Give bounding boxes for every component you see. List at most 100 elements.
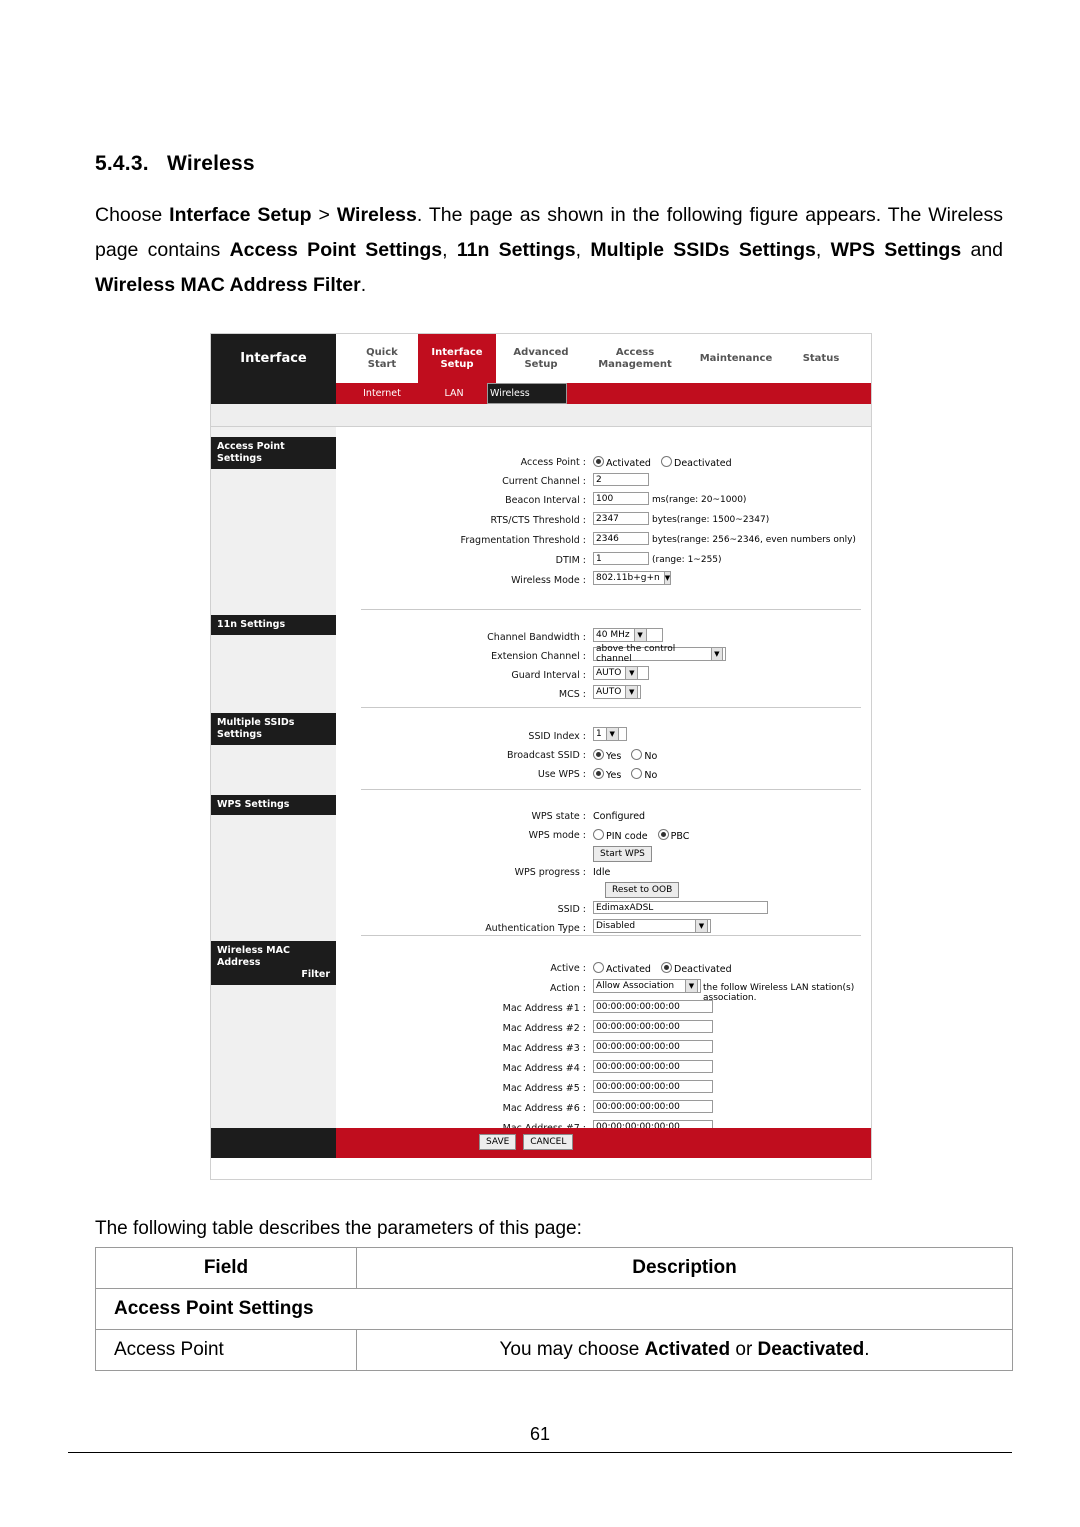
radio-use-wps-yes[interactable]: [593, 768, 604, 779]
hint-dtim: (range: 1~255): [652, 555, 722, 565]
select-ssid-index[interactable]: 1 ▼: [593, 727, 627, 741]
input-beacon-interval[interactable]: [593, 492, 649, 505]
radio-broadcast-ssid-no[interactable]: [631, 749, 643, 760]
router-admin-screenshot: Interface Quick Start Interface Setup Ad…: [210, 333, 872, 1180]
select-authentication-type[interactable]: Disabled ▼: [593, 919, 711, 933]
label-use-wps: Use WPS :: [537, 769, 586, 780]
left-section-column: [211, 427, 336, 1158]
radio-mac-filter-activated[interactable]: [593, 962, 604, 973]
router-footer-bar: SAVE CANCEL: [211, 1128, 871, 1158]
label-mac-address-5: Mac Address #5 :: [502, 1083, 586, 1094]
select-channel-bandwidth[interactable]: 40 MHz ▼: [593, 628, 663, 642]
radio-mac-filter-deactivated[interactable]: [661, 962, 672, 973]
header-description: Description: [356, 1247, 1013, 1289]
save-button[interactable]: SAVE: [479, 1134, 517, 1150]
label-fragmentation-threshold: Fragmentation Threshold :: [460, 535, 586, 546]
label-guard-interval: Guard Interval :: [511, 670, 586, 681]
cancel-button[interactable]: CANCEL: [523, 1134, 574, 1150]
divider-2: [361, 707, 861, 708]
input-mac-address-6[interactable]: [593, 1100, 713, 1113]
label-mac-address-3: Mac Address #3 :: [502, 1043, 586, 1054]
subnav-wireless[interactable]: Wireless: [487, 383, 567, 404]
hint-beacon-interval: ms(range: 20~1000): [652, 495, 747, 505]
label-extension-channel: Extension Channel :: [491, 651, 586, 662]
sub-navigation: Internet LAN Wireless: [211, 383, 871, 404]
chevron-down-icon: ▼: [625, 685, 638, 699]
nav-status[interactable]: Status: [791, 334, 851, 383]
radio-wps-mode-pin[interactable]: [593, 829, 604, 840]
table-row: Access Point You may choose Activated or…: [95, 1329, 1013, 1371]
label-rts-cts-threshold: RTS/CTS Threshold :: [490, 515, 586, 526]
label-ssid-index: SSID Index :: [528, 731, 586, 742]
radio-group-mac-filter-active[interactable]: Activated Deactivated: [593, 962, 732, 975]
chevron-down-icon: ▼: [605, 727, 619, 741]
input-ssid[interactable]: [593, 901, 768, 914]
subnav-lan[interactable]: LAN: [423, 383, 485, 404]
label-wps-mode: WPS mode :: [528, 830, 586, 841]
section-tab-11n: 11n Settings: [211, 615, 336, 635]
nav-quick-start[interactable]: Quick Start: [346, 334, 418, 383]
radio-use-wps-no[interactable]: [631, 768, 643, 779]
label-mac-address-2: Mac Address #2 :: [502, 1023, 586, 1034]
footer-divider: [68, 1452, 1012, 1453]
table-group-row: Access Point Settings: [95, 1288, 1013, 1330]
divider-3: [361, 789, 861, 790]
nav-access-management[interactable]: Access Management: [586, 334, 684, 383]
section-heading: 5.4.3. Wireless: [95, 152, 255, 176]
radio-group-wps-mode[interactable]: PIN code PBC: [593, 829, 689, 842]
input-mac-address-2[interactable]: [593, 1020, 713, 1033]
input-fragmentation-threshold[interactable]: [593, 532, 649, 545]
radio-group-use-wps[interactable]: Yes No: [593, 768, 657, 781]
router-header: Interface Quick Start Interface Setup Ad…: [211, 334, 871, 383]
input-rts-cts-threshold[interactable]: [593, 512, 649, 525]
top-navigation: Quick Start Interface Setup Advanced Set…: [336, 334, 871, 383]
label-dtim: DTIM :: [555, 555, 586, 566]
header-field: Field: [95, 1247, 357, 1289]
select-mac-filter-action[interactable]: Allow Association ▼: [593, 979, 701, 993]
label-mac-filter-active: Active :: [550, 963, 586, 974]
section-title: Wireless: [167, 152, 255, 175]
input-mac-address-1[interactable]: [593, 1000, 713, 1013]
section-tab-access-point: Access Point Settings: [211, 437, 336, 469]
radio-access-point-deactivated[interactable]: [661, 456, 672, 467]
input-current-channel[interactable]: [593, 473, 649, 486]
document-page: 5.4.3. Wireless Choose Interface Setup > …: [0, 0, 1080, 1527]
radio-group-broadcast-ssid[interactable]: Yes No: [593, 749, 657, 762]
label-mac-filter-action: Action :: [550, 983, 586, 994]
select-guard-interval[interactable]: AUTO ▼: [593, 666, 649, 680]
nav-maintenance[interactable]: Maintenance: [691, 334, 781, 383]
radio-wps-mode-pbc[interactable]: [657, 829, 669, 840]
input-mac-address-4[interactable]: [593, 1060, 713, 1073]
table-intro-text: The following table describes the parame…: [95, 1218, 582, 1239]
footer-buttons: SAVE CANCEL: [479, 1134, 574, 1150]
hint-rts-cts-threshold: bytes(range: 1500~2347): [652, 515, 770, 525]
value-wps-progress: Idle: [593, 867, 611, 878]
button-reset-to-oob[interactable]: Reset to OOB: [605, 882, 680, 898]
nav-advanced-setup[interactable]: Advanced Setup: [501, 334, 581, 383]
value-wps-state: Configured: [593, 811, 646, 822]
select-extension-channel[interactable]: above the control channel ▼: [593, 644, 726, 664]
radio-group-access-point[interactable]: Activated Deactivated: [593, 456, 732, 469]
chevron-down-icon: ▼: [695, 919, 708, 933]
button-start-wps[interactable]: Start WPS: [593, 846, 652, 862]
label-broadcast-ssid: Broadcast SSID :: [506, 750, 586, 761]
nav-interface-setup[interactable]: Interface Setup: [418, 334, 496, 383]
input-mac-address-5[interactable]: [593, 1080, 713, 1093]
chevron-down-icon: ▼: [685, 979, 698, 993]
radio-broadcast-ssid-yes[interactable]: [593, 749, 604, 760]
content-top-spacer: [211, 404, 871, 427]
label-mac-address-4: Mac Address #4 :: [502, 1063, 586, 1074]
table-header-row: Field Description: [95, 1247, 1013, 1289]
label-wireless-mode: Wireless Mode :: [511, 575, 586, 586]
subnav-internet[interactable]: Internet: [343, 383, 421, 404]
input-dtim[interactable]: [593, 552, 649, 565]
router-body: Access Point Settings 11n Settings Multi…: [211, 427, 871, 1158]
label-channel-bandwidth: Channel Bandwidth :: [487, 632, 586, 643]
select-mcs[interactable]: AUTO ▼: [593, 685, 641, 699]
input-mac-address-3[interactable]: [593, 1040, 713, 1053]
label-wps-progress: WPS progress :: [514, 867, 586, 878]
chevron-down-icon: ▼: [663, 571, 672, 585]
parameters-table: Field Description Access Point Settings …: [95, 1247, 1013, 1371]
select-wireless-mode[interactable]: 802.11b+g+n ▼: [593, 571, 672, 585]
radio-access-point-activated[interactable]: [593, 456, 604, 467]
